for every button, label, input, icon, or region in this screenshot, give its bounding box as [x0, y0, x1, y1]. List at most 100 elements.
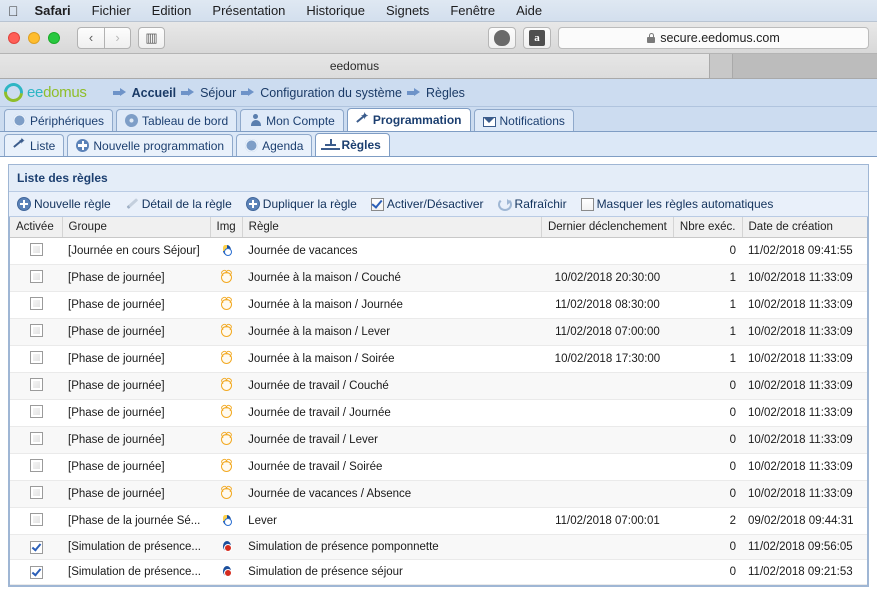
refresh-button[interactable]: Rafraîchir [497, 197, 567, 211]
menu-item-historique[interactable]: Historique [306, 3, 365, 18]
minimize-window-button[interactable] [28, 31, 40, 44]
cell-activee[interactable] [10, 345, 62, 373]
cell-activee[interactable] [10, 264, 62, 292]
column-header-dernier-declenchement[interactable]: Dernier déclenchement [541, 217, 674, 238]
row-checkbox-icon[interactable] [29, 270, 43, 283]
new-rule-button[interactable]: Nouvelle règle [17, 197, 111, 211]
menu-item-safari[interactable]: Safari [35, 3, 71, 18]
table-row[interactable]: [Phase de journée] Journée de travail / J… [10, 399, 867, 427]
sidebar-toggle-button[interactable]: ▥ [138, 26, 165, 49]
menu-item-fenetre[interactable]: Fenêtre [450, 3, 495, 18]
row-checkbox-checked-icon[interactable] [29, 565, 43, 579]
cell-activee[interactable] [10, 291, 62, 319]
maximize-window-button[interactable] [48, 31, 60, 44]
table-row[interactable]: [Phase de la journée Sé... Lever 11/02/201… [10, 507, 867, 535]
cell-activee[interactable] [10, 453, 62, 481]
subtab-agenda[interactable]: Agenda [236, 134, 313, 156]
table-row[interactable]: [Phase de journée] Journée à la maison / … [10, 345, 867, 373]
row-checkbox-checked-icon[interactable] [29, 540, 43, 554]
row-checkbox-icon[interactable] [29, 459, 43, 472]
cell-nbre-exec: 2 [673, 507, 742, 535]
column-header-date-creation[interactable]: Date de création [742, 217, 867, 238]
cell-regle: Simulation de présence séjour [242, 559, 542, 585]
table-row[interactable]: [Simulation de présence... Simulation de … [10, 534, 867, 560]
cell-activee[interactable] [10, 507, 62, 535]
table-row[interactable]: [Phase de journée] Journée à la maison / … [10, 318, 867, 346]
column-header-img[interactable]: Img [210, 217, 243, 238]
subtab-liste[interactable]: Liste [4, 134, 65, 156]
cell-activee[interactable] [10, 372, 62, 400]
breadcrumb-regles[interactable]: Règles [406, 86, 465, 100]
address-bar[interactable]: secure.eedomus.com [558, 26, 869, 49]
forward-button[interactable]: › [104, 26, 131, 49]
hide-auto-rules-checkbox[interactable]: Masquer les règles automatiques [580, 197, 773, 211]
menu-item-signets[interactable]: Signets [386, 3, 429, 18]
breadcrumb-configuration[interactable]: Configuration du système [241, 86, 402, 100]
row-checkbox-icon[interactable] [29, 351, 43, 364]
table-row[interactable]: [Phase de journée] Journée à la maison / … [10, 264, 867, 292]
subtab-regles[interactable]: Règles [315, 133, 390, 156]
arrow-right-icon [406, 88, 421, 97]
row-checkbox-icon[interactable] [29, 243, 43, 256]
checkbox-icon[interactable] [580, 197, 594, 211]
close-window-button[interactable] [8, 31, 20, 44]
menu-item-fichier[interactable]: Fichier [92, 3, 131, 18]
row-checkbox-icon[interactable] [29, 432, 43, 445]
tab-notifications[interactable]: Notifications [473, 109, 574, 131]
breadcrumb-accueil-label: Accueil [131, 85, 177, 100]
tab-mon-compte[interactable]: Mon Compte [240, 109, 344, 131]
rule-detail-button[interactable]: Détail de la règle [125, 197, 232, 211]
duplicate-rule-button[interactable]: Dupliquer la règle [242, 197, 357, 211]
cell-activee[interactable] [10, 426, 62, 454]
tab-programmation[interactable]: Programmation [346, 108, 471, 131]
cell-activee[interactable] [10, 559, 62, 585]
shield-favorite-icon[interactable] [488, 26, 516, 49]
table-row[interactable]: [Phase de journée] Journée de vacances / … [10, 480, 867, 508]
menu-item-presentation[interactable]: Présentation [212, 3, 285, 18]
browser-tab-empty[interactable] [733, 54, 877, 78]
cell-dernier-declenchement: 11/02/2018 07:00:00 [541, 318, 674, 346]
breadcrumb-accueil[interactable]: Accueil [112, 85, 177, 100]
table-row[interactable]: [Phase de journée] Journée de travail / S… [10, 453, 867, 481]
subtab-nouvelle-programmation[interactable]: Nouvelle programmation [67, 134, 234, 156]
cell-activee[interactable] [10, 237, 62, 265]
cell-dernier-declenchement [541, 372, 674, 400]
tab-tableau-de-bord[interactable]: Tableau de bord [116, 109, 238, 131]
row-checkbox-icon[interactable] [29, 297, 43, 310]
table-row[interactable]: [Phase de journée] Journée à la maison / … [10, 291, 867, 319]
row-checkbox-icon[interactable] [29, 405, 43, 418]
cell-activee[interactable] [10, 534, 62, 560]
column-header-activee[interactable]: Activée [10, 217, 63, 238]
apple-icon[interactable]:  [8, 4, 19, 18]
back-button[interactable]: ‹ [77, 26, 104, 49]
column-header-nbre-exec[interactable]: Nbre exéc. [673, 217, 743, 238]
row-checkbox-icon[interactable] [29, 486, 43, 499]
row-checkbox-icon[interactable] [29, 324, 43, 337]
column-header-groupe[interactable]: Groupe [62, 217, 211, 238]
row-checkbox-icon[interactable] [29, 378, 43, 391]
breadcrumb-sejour[interactable]: Séjour [181, 86, 236, 100]
table-row[interactable]: [Simulation de présence... Simulation de … [10, 559, 867, 585]
cell-activee[interactable] [10, 318, 62, 346]
table-row[interactable]: [Phase de journée] Journée de travail / C… [10, 372, 867, 400]
row-checkbox-icon[interactable] [29, 513, 43, 526]
amazon-favorite-icon[interactable]: a [523, 26, 551, 49]
menu-item-aide[interactable]: Aide [516, 3, 542, 18]
menu-item-edition[interactable]: Edition [152, 3, 192, 18]
dashboard-icon [125, 114, 139, 127]
rules-toolbar: Nouvelle règle Détail de la règle Dupliq… [9, 192, 868, 217]
tree-icon [324, 138, 337, 152]
toggle-enable-checkbox[interactable]: Activer/Désactiver [370, 197, 484, 211]
eedomus-logo[interactable]: eedomus [0, 79, 87, 106]
table-row[interactable]: [Phase de journée] Journée de travail / L… [10, 426, 867, 454]
browser-tab-eedomus[interactable]: eedomus [0, 54, 710, 78]
rules-table-wrapper: Activée Groupe Img Règle Dernier déclenc… [9, 217, 868, 586]
cell-img [210, 345, 243, 373]
cell-activee[interactable] [10, 399, 62, 427]
table-row[interactable]: [Journée en cours Séjour] Journée de vaca… [10, 237, 867, 265]
column-header-regle[interactable]: Règle [242, 217, 542, 238]
cell-img [210, 507, 243, 535]
tab-peripheriques[interactable]: Périphériques [4, 109, 114, 131]
cell-activee[interactable] [10, 480, 62, 508]
checkbox-checked-icon[interactable] [370, 197, 384, 211]
